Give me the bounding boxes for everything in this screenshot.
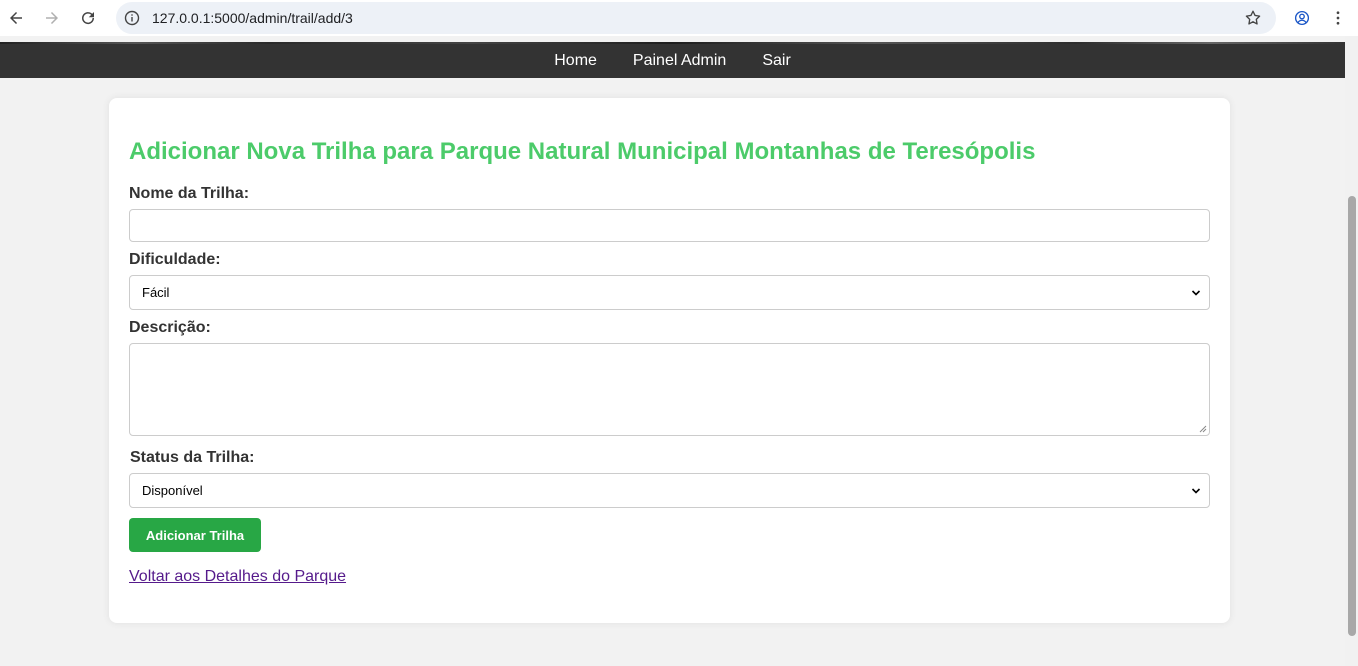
description-textarea[interactable] (129, 343, 1210, 436)
resize-grip-icon[interactable] (1199, 425, 1207, 433)
site-navbar: Home Painel Admin Sair (0, 42, 1345, 78)
back-to-park-link[interactable]: Voltar aos Detalhes do Parque (129, 568, 346, 586)
add-trail-button[interactable]: Adicionar Trilha (129, 518, 261, 552)
address-bar[interactable]: 127.0.0.1:5000/admin/trail/add/3 (116, 2, 1276, 34)
forward-arrow-icon[interactable] (40, 6, 64, 30)
difficulty-label: Dificuldade: (129, 251, 221, 268)
chevron-down-icon (1191, 289, 1201, 296)
status-selected-value: Disponível (142, 483, 203, 498)
browser-toolbar: 127.0.0.1:5000/admin/trail/add/3 (0, 0, 1358, 36)
trail-name-label: Nome da Trilha: (129, 185, 250, 202)
nav-home-link[interactable]: Home (554, 52, 597, 70)
nav-logout-link[interactable]: Sair (762, 52, 790, 70)
reload-icon[interactable] (76, 6, 100, 30)
description-label: Descrição: (129, 319, 211, 336)
page-scrollbar[interactable] (1345, 36, 1358, 666)
info-icon[interactable] (124, 10, 140, 26)
back-arrow-icon[interactable] (4, 6, 28, 30)
star-icon[interactable] (1244, 9, 1262, 27)
chevron-down-icon (1191, 487, 1201, 494)
url-text[interactable]: 127.0.0.1:5000/admin/trail/add/3 (152, 10, 353, 26)
nav-links: Home Painel Admin Sair (0, 42, 1345, 78)
difficulty-selected-value: Fácil (142, 285, 170, 300)
add-trail-card: Adicionar Nova Trilha para Parque Natura… (109, 98, 1230, 623)
scrollbar-thumb[interactable] (1348, 196, 1356, 636)
status-label: Status da Trilha: (130, 449, 255, 466)
nav-admin-panel-link[interactable]: Painel Admin (633, 52, 726, 70)
trail-name-input[interactable] (129, 209, 1210, 242)
difficulty-select[interactable]: Fácil (129, 275, 1210, 310)
status-select[interactable]: Disponível (129, 473, 1210, 508)
page-title: Adicionar Nova Trilha para Parque Natura… (129, 138, 1036, 165)
profile-icon[interactable] (1290, 6, 1314, 30)
more-vert-icon[interactable] (1326, 6, 1350, 30)
